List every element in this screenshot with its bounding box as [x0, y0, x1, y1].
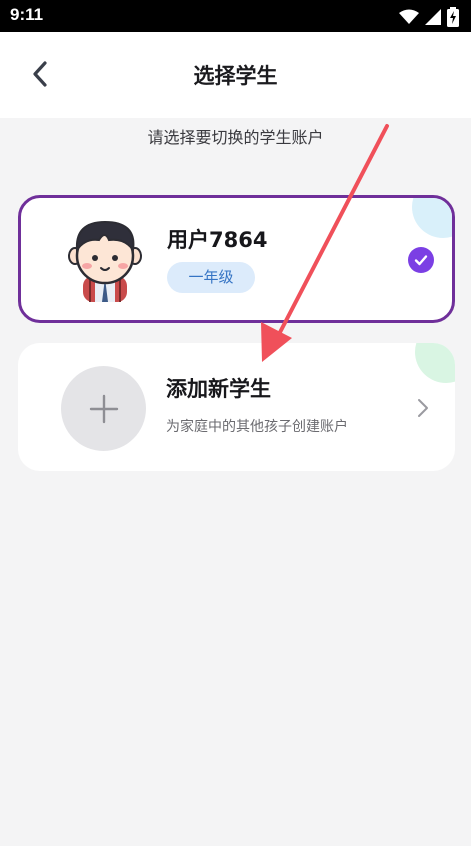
add-student-card[interactable]: 添加新学生 为家庭中的其他孩子创建账户: [18, 343, 455, 471]
grade-badge: 一年级: [167, 262, 255, 293]
status-icons: [399, 7, 459, 27]
battery-charging-icon: [447, 7, 459, 27]
add-student-avatar: [61, 366, 146, 451]
status-time: 9:11: [10, 5, 44, 24]
page-title: 选择学生: [193, 64, 278, 88]
header-bar: 选择学生: [0, 32, 471, 118]
selected-check-icon: [408, 247, 434, 273]
card-corner-decoration: [415, 343, 455, 383]
student-avatar: [68, 220, 142, 302]
signal-icon: [425, 9, 441, 25]
wifi-icon: [399, 9, 419, 24]
student-card-current[interactable]: 用户7864 一年级: [18, 195, 455, 323]
student-name: 用户7864: [167, 228, 268, 252]
chevron-right-icon: [418, 399, 428, 417]
card-corner-decoration: [412, 198, 452, 238]
page-subtitle: 请选择要切换的学生账户: [147, 128, 324, 147]
plus-icon: [89, 394, 118, 423]
add-student-description: 为家庭中的其他孩子创建账户: [166, 419, 348, 435]
status-bar: 9:11: [0, 0, 471, 32]
add-student-title: 添加新学生: [166, 377, 271, 401]
